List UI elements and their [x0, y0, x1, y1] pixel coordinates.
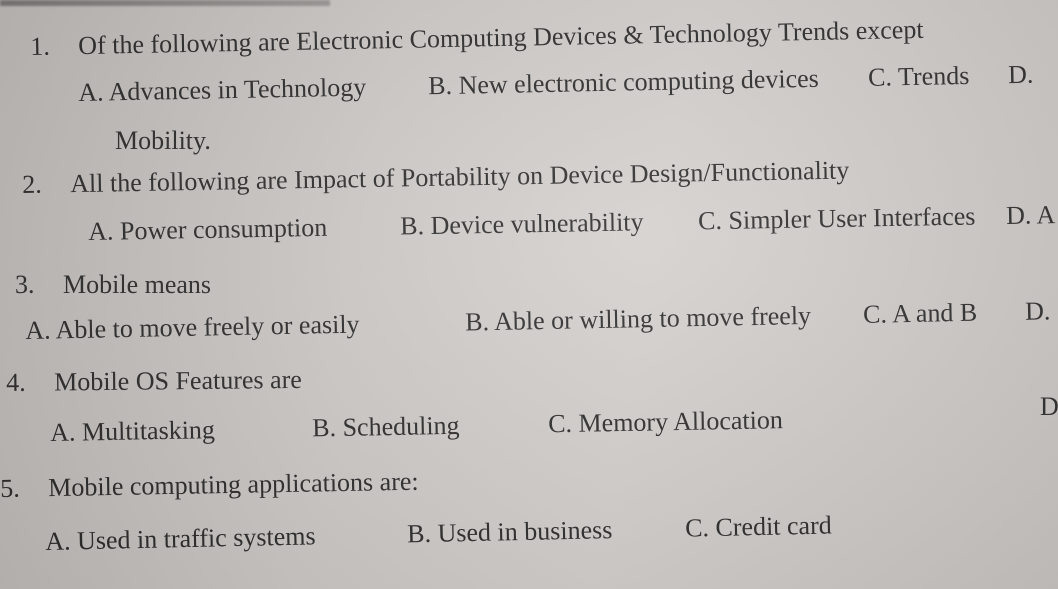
- question-text: Of the following are Electronic Computin…: [77, 14, 924, 61]
- option-c: C. A and B: [862, 297, 978, 329]
- question-number: 1.: [30, 31, 51, 61]
- option-b: B. Device vulnerability: [399, 207, 644, 241]
- option-d: D. A: [1005, 200, 1056, 230]
- option-c: C. Memory Allocation: [547, 405, 784, 439]
- option-b: B. Scheduling: [311, 410, 460, 443]
- option-d-text: Mobility.: [115, 126, 211, 155]
- option-b: B. Used in business: [406, 515, 613, 549]
- option-d: D.: [1024, 296, 1051, 326]
- option-c: C. Trends: [867, 60, 970, 92]
- option-b: B. Able or willing to move freely: [464, 300, 812, 337]
- option-d: D.: [1007, 59, 1034, 90]
- question-number: 2.: [22, 169, 43, 199]
- question-1: 1. Of the following are Electronic Compu…: [30, 13, 1030, 61]
- option-a: A. Able to move freely or easily: [25, 309, 360, 345]
- question-number: 4.: [6, 367, 26, 397]
- option-a: A. Advances in Technology: [78, 72, 367, 107]
- option-c: C. Simpler User Interfaces: [697, 201, 976, 236]
- option-a: A. Power consumption: [88, 212, 328, 246]
- option-a: A. Multitasking: [50, 415, 216, 447]
- option-b: B. New electronic computing devices: [427, 63, 820, 101]
- question-text: Mobile OS Features are: [53, 364, 302, 397]
- question-number: 5.: [0, 473, 21, 503]
- cut-off-header-text: [0, 0, 330, 6]
- option-c: C. Credit card: [684, 510, 833, 543]
- option-d: D: [1040, 392, 1058, 421]
- question-text: Mobile computing applications are:: [47, 466, 419, 503]
- question-text: All the following are Impact of Portabil…: [69, 155, 850, 199]
- question-number: 3.: [15, 270, 35, 299]
- option-a: A. Used in traffic systems: [45, 521, 316, 556]
- question-text: Mobile means: [63, 270, 212, 299]
